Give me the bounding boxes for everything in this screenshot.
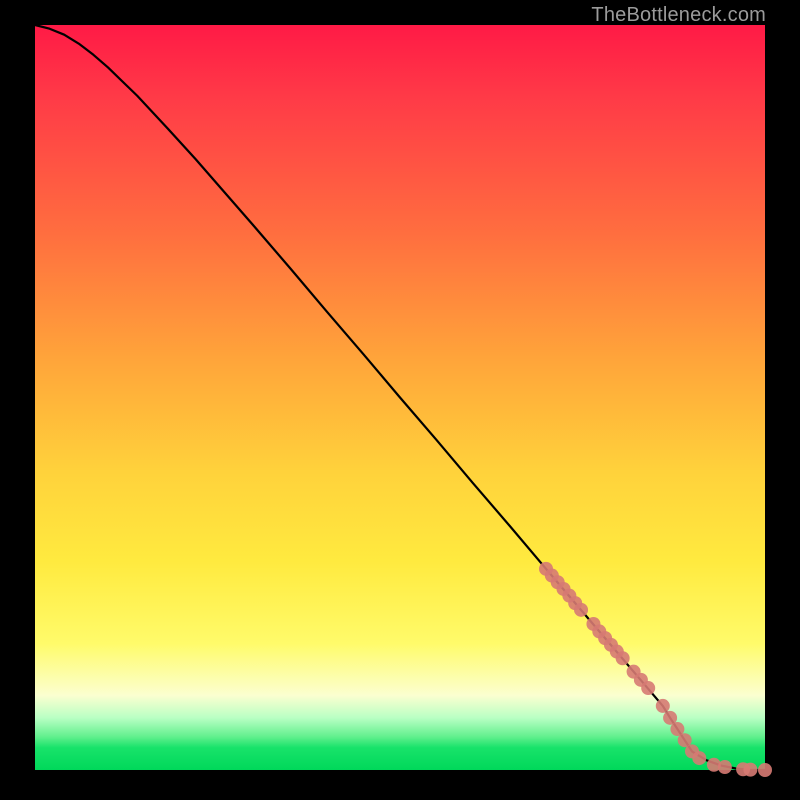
bottleneck-curve-line (35, 25, 765, 770)
marker-point (743, 763, 757, 777)
marker-point (692, 751, 706, 765)
marker-point (616, 651, 630, 665)
marker-point (758, 763, 772, 777)
marker-point (656, 699, 670, 713)
highlighted-markers (539, 562, 772, 777)
chart-frame: TheBottleneck.com (0, 0, 800, 800)
marker-point (641, 681, 655, 695)
chart-overlay (35, 25, 765, 770)
marker-point (718, 760, 732, 774)
watermark-text: TheBottleneck.com (591, 4, 766, 27)
marker-point (574, 603, 588, 617)
